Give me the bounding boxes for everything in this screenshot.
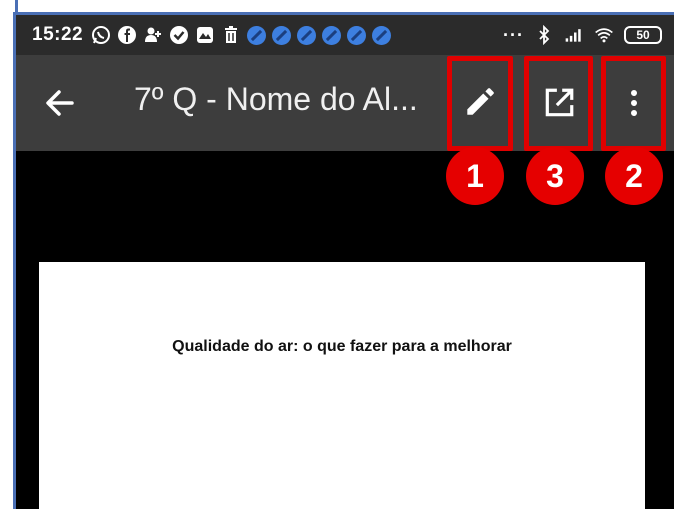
user-add-icon [143, 25, 163, 45]
gallery-icon [195, 25, 215, 45]
wifi-icon [594, 25, 614, 45]
blocked-icon [322, 25, 342, 45]
overflow-indicator: ··· [503, 24, 524, 45]
battery-indicator: 50 [624, 26, 662, 44]
highlight-open-external [524, 56, 593, 151]
back-arrow-icon[interactable] [42, 85, 78, 121]
blocked-icon [372, 25, 392, 45]
document-title: 7º Q - Nome do Al... [134, 81, 418, 117]
document-heading: Qualidade do ar: o que fazer para a melh… [172, 338, 512, 355]
annotation-badge-2: 2 [605, 147, 663, 205]
trash-icon [221, 25, 241, 45]
status-bar: 15:22 ··· 50 [16, 15, 674, 55]
blocked-icon [347, 25, 367, 45]
notification-icons [91, 25, 392, 45]
highlight-edit [447, 56, 513, 151]
facebook-icon [117, 25, 137, 45]
whatsapp-icon [91, 25, 111, 45]
phone-screen: 15:22 ··· 50 7º Q - Nome do Al... 1 3 2 … [13, 12, 674, 509]
highlight-more-options [601, 56, 666, 151]
document-page-preview[interactable]: Qualidade do ar: o que fazer para a melh… [39, 262, 645, 509]
blocked-icon [297, 25, 317, 45]
blocked-icon [247, 25, 267, 45]
blocked-icon [272, 25, 292, 45]
check-circle-icon [169, 25, 189, 45]
annotation-badge-3: 3 [526, 147, 584, 205]
system-status: ··· 50 [503, 15, 662, 55]
annotation-badge-1: 1 [446, 147, 504, 205]
signal-icon [564, 25, 584, 45]
status-time: 15:22 [32, 24, 84, 45]
bluetooth-icon [534, 25, 554, 45]
